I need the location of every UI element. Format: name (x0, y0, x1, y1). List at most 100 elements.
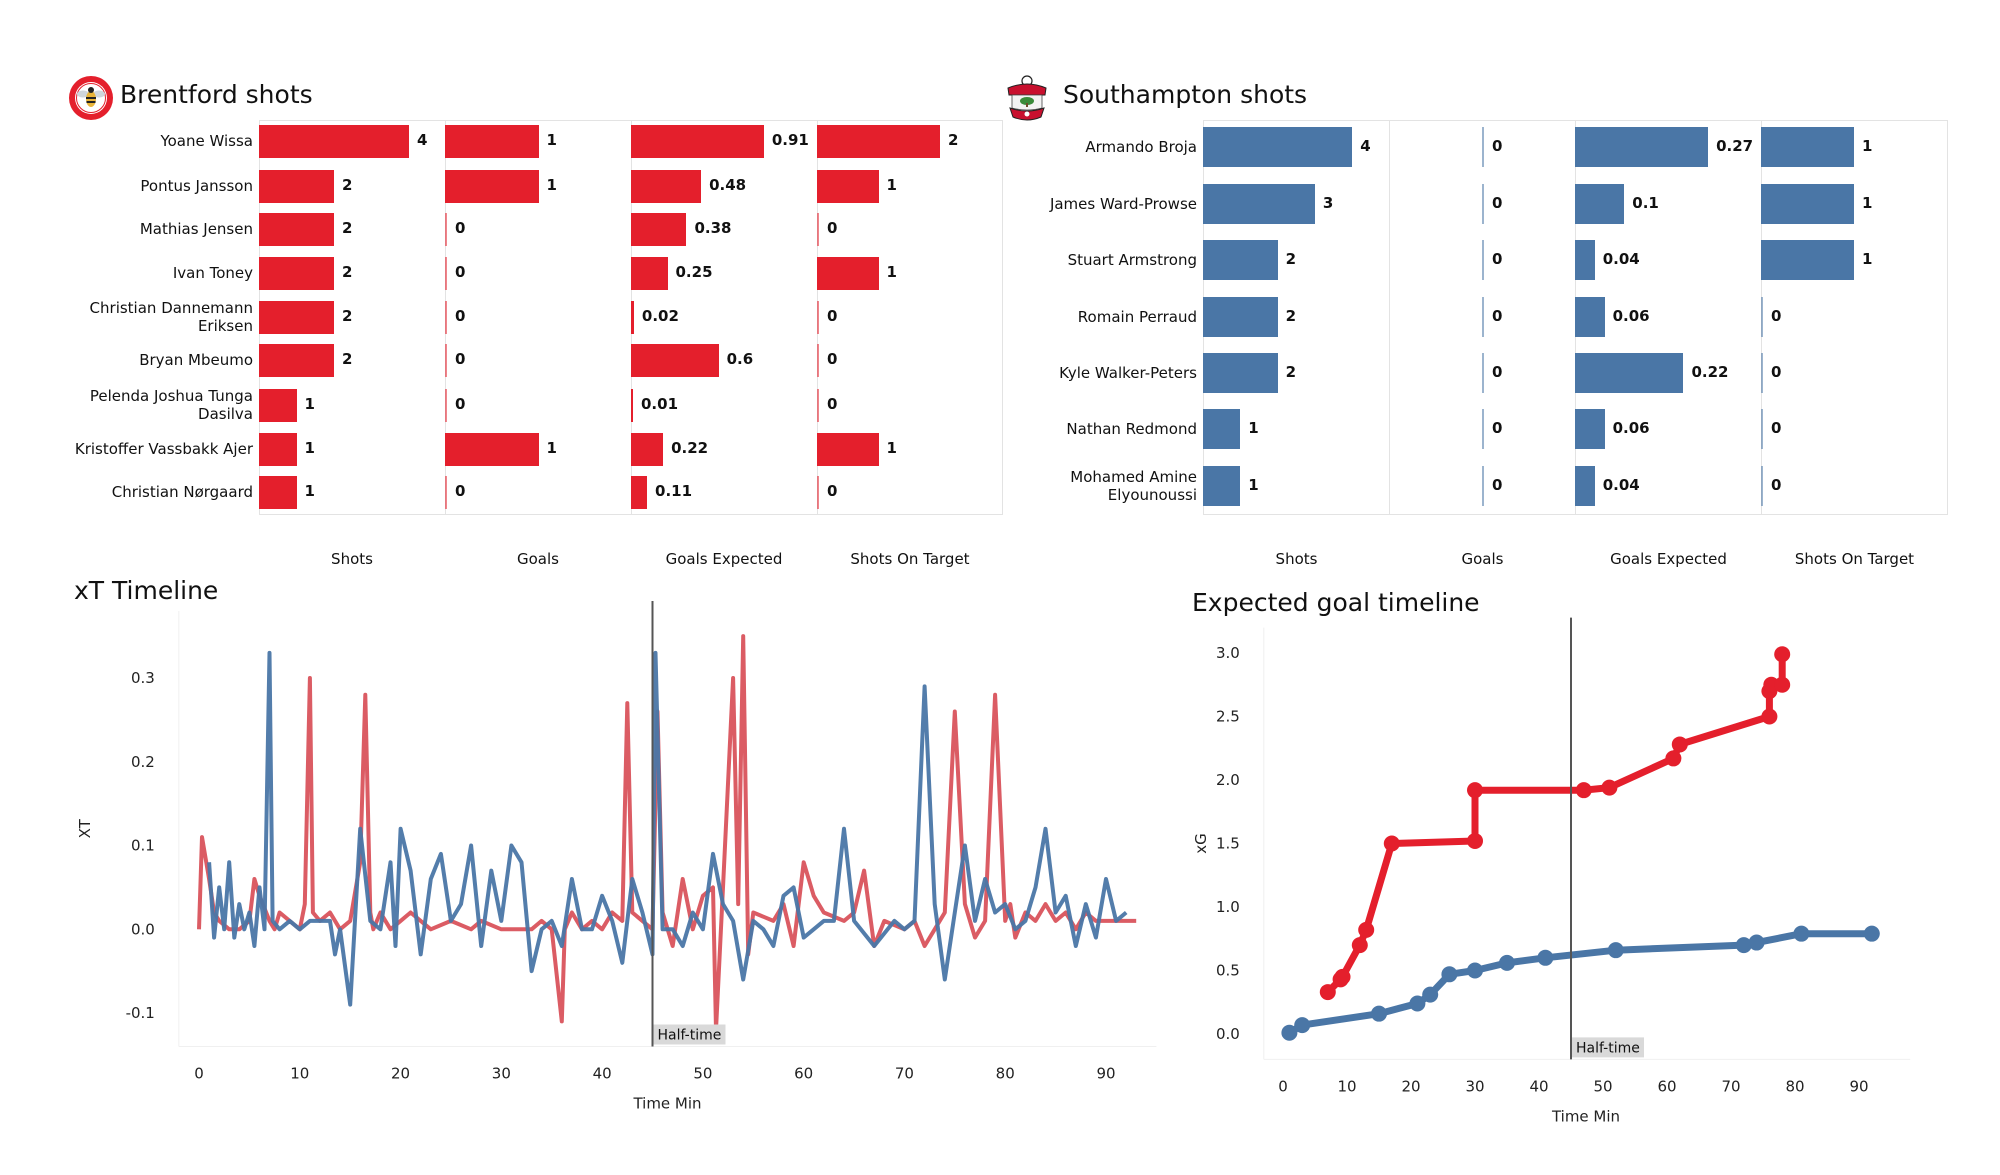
bar-shots (259, 212, 334, 246)
bar-goals (1482, 127, 1484, 167)
bar-shots (1203, 127, 1353, 167)
y-tick-label: 0.5 (1216, 962, 1240, 980)
player-name: Yoane Wissa (160, 132, 253, 150)
value-label-shots: 2 (1285, 307, 1297, 325)
bar-sot (1761, 466, 1763, 506)
value-label-goals: 0 (1492, 137, 1503, 155)
bar-xg (1575, 297, 1605, 337)
bar-shots (259, 388, 297, 422)
value-label-goals: 0 (455, 263, 466, 281)
bar-sot (817, 388, 819, 422)
bar-shots (1203, 240, 1278, 280)
player-name: Ivan Toney (172, 264, 253, 282)
data-point-brentford (1671, 736, 1688, 753)
bar-sot (1761, 409, 1763, 449)
value-label-shots: 1 (1248, 419, 1259, 437)
column-label-sot: Shots On Target (1794, 550, 1915, 568)
bar-xg (631, 256, 668, 290)
bar-xg (1575, 184, 1625, 224)
data-point-brentford (1761, 708, 1778, 725)
value-label-goals: 1 (546, 439, 557, 457)
value-label-shots: 2 (342, 176, 353, 194)
bar-goals (445, 124, 539, 158)
bar-xg (1575, 409, 1605, 449)
x-tick-label: 40 (593, 1065, 612, 1083)
column-label-sot: Shots On Target (850, 550, 970, 568)
column-label-xg: Goals Expected (1610, 550, 1727, 568)
data-point-brentford (1774, 646, 1791, 663)
bar-xg (1575, 353, 1684, 393)
y-axis-label: XT (76, 818, 94, 838)
y-axis-label: xG (1192, 833, 1210, 854)
data-point-southampton (1467, 962, 1483, 979)
player-name: Romain Perraud (1077, 308, 1197, 326)
x-tick-label: 50 (693, 1065, 712, 1083)
data-point-southampton (1294, 1017, 1311, 1034)
bar-shots (259, 432, 297, 466)
bar-xg (1575, 466, 1595, 506)
value-label-xg: 0.22 (1691, 363, 1729, 381)
value-label-goals: 0 (455, 219, 466, 237)
value-label-sot: 1 (886, 439, 897, 457)
value-label-shots: 1 (304, 482, 315, 500)
bar-xg (631, 475, 648, 509)
player-name: Bryan Mbeumo (139, 351, 253, 369)
bar-goals (445, 300, 447, 334)
bar-shots (259, 169, 334, 203)
value-label-xg: 0.6 (726, 350, 754, 368)
bar-xg (631, 212, 687, 246)
data-point-brentford (1774, 676, 1791, 693)
bar-xg (631, 432, 664, 466)
value-label-sot: 0 (1771, 476, 1782, 494)
value-label-xg: 0.06 (1612, 419, 1650, 437)
data-point-brentford (1358, 921, 1375, 938)
x-axis-label: Time Min (632, 1095, 701, 1113)
bar-shots (1203, 409, 1241, 449)
value-label-sot: 1 (1862, 194, 1873, 212)
data-point-southampton (1537, 949, 1554, 966)
bar-sot (1761, 353, 1763, 393)
bar-shots (259, 124, 409, 158)
value-label-shots: 2 (1285, 250, 1297, 268)
value-label-shots: 1 (1248, 476, 1259, 494)
data-point-brentford (1467, 782, 1483, 799)
data-point-brentford (1319, 984, 1336, 1001)
value-label-xg: 0.04 (1602, 250, 1640, 268)
brentford-logo (68, 75, 114, 121)
bar-shots (1203, 353, 1278, 393)
x-tick-label: 0 (1278, 1077, 1288, 1095)
bar-goals (445, 256, 447, 290)
column-label-shots: Shots (1275, 550, 1318, 568)
column-label-goals: Goals (1461, 550, 1504, 568)
data-point-southampton (1748, 934, 1765, 951)
bar-xg (631, 343, 719, 377)
bar-shots (1203, 466, 1241, 506)
data-point-brentford (1665, 750, 1682, 767)
value-label-sot: 0 (1771, 307, 1782, 325)
value-label-xg: 0.27 (1716, 137, 1754, 155)
player-name: Nathan Redmond (1066, 420, 1197, 438)
y-tick-label: 0.0 (131, 920, 155, 938)
value-label-sot: 0 (1771, 419, 1782, 437)
bar-xg (1575, 240, 1595, 280)
value-label-goals: 1 (546, 131, 557, 149)
y-tick-label: 2.5 (1216, 708, 1240, 726)
value-label-shots: 3 (1322, 194, 1334, 212)
value-label-shots: 1 (304, 439, 315, 457)
y-tick-label: 0.3 (131, 669, 155, 687)
halftime-label: Half-time (658, 1028, 722, 1044)
value-label-xg: 0.02 (641, 307, 679, 325)
value-label-goals: 0 (1492, 419, 1503, 437)
bar-sot (1761, 184, 1854, 224)
data-point-southampton (1793, 925, 1810, 942)
bar-xg (1575, 127, 1709, 167)
player-name: Kyle Walker-Peters (1059, 364, 1197, 382)
y-tick-label: -0.1 (126, 1004, 155, 1022)
value-label-shots: 4 (1360, 137, 1371, 155)
value-label-goals: 0 (1492, 250, 1503, 268)
value-label-goals: 0 (455, 307, 466, 325)
bar-sot (817, 256, 879, 290)
bar-goals (1482, 297, 1484, 337)
value-label-xg: 0.38 (694, 219, 732, 237)
value-label-shots: 1 (304, 395, 315, 413)
